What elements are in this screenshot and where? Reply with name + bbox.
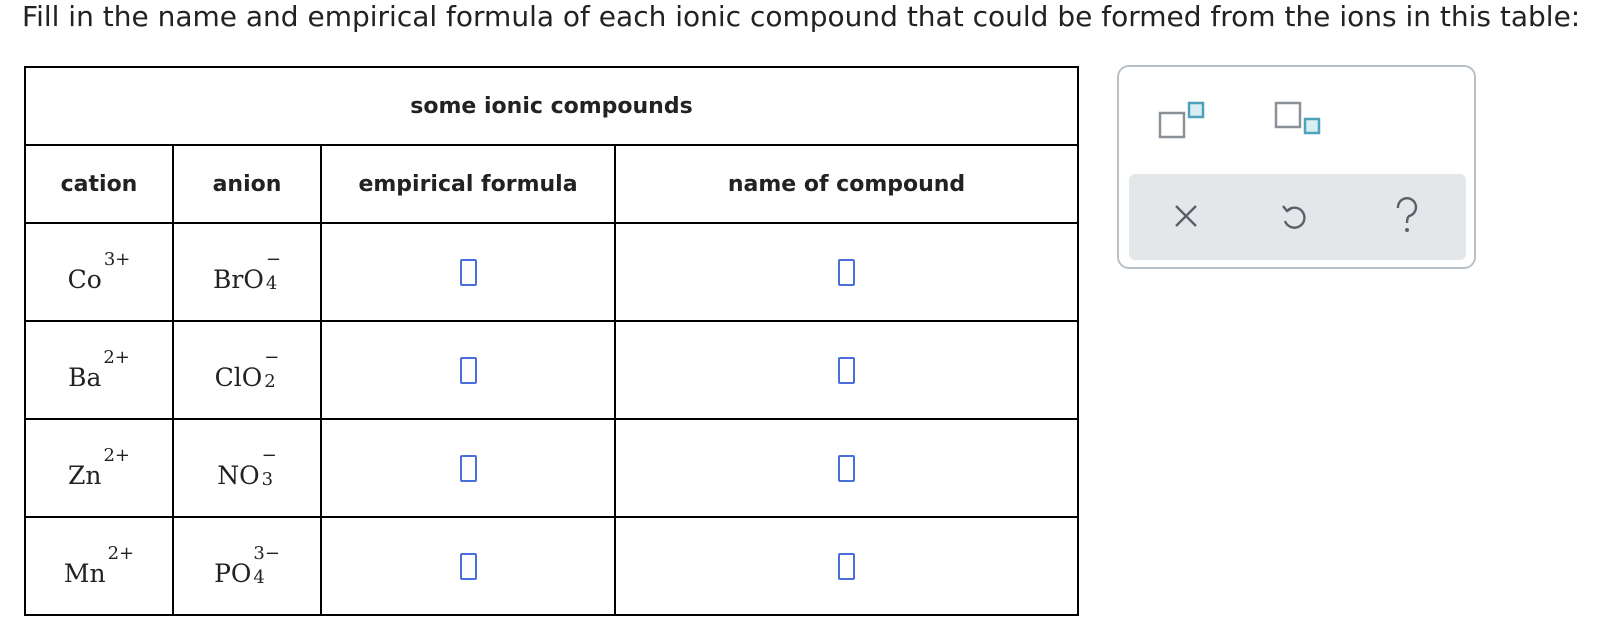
table-row: Ba 2+ ClO − 2 [24, 320, 1079, 420]
cation-ion: Ba 2+ [68, 346, 130, 392]
cation-symbol: Co [67, 264, 102, 294]
cation-charge: 3+ [103, 248, 131, 270]
table-caption: some ionic compounds [24, 66, 1079, 146]
anion-charge: − [264, 346, 280, 368]
header-cation: cation [24, 144, 174, 224]
formula-cell [320, 222, 616, 322]
help-question-icon[interactable] [1394, 196, 1420, 236]
empirical-formula-input[interactable] [459, 258, 477, 286]
header-empirical-formula: empirical formula [320, 144, 616, 224]
action-toolbar [1129, 174, 1466, 260]
name-cell [614, 320, 1079, 420]
cation-cell: Mn 2+ [24, 516, 174, 616]
cation-ion: Co 3+ [67, 248, 131, 294]
anion-cell: PO 3− 4 [172, 516, 322, 616]
question-prompt: Fill in the name and empirical formula o… [22, 0, 1581, 33]
compound-name-input[interactable] [838, 258, 855, 286]
anion-symbol: PO [214, 558, 252, 588]
anion-subscript: 2 [264, 370, 276, 392]
subscript-box-icon[interactable] [1273, 99, 1325, 143]
formula-cell [320, 418, 616, 518]
anion-charge: − [261, 444, 277, 466]
anion-symbol: BrO [213, 264, 264, 294]
anion-symbol: NO [217, 460, 260, 490]
cation-symbol: Zn [67, 460, 102, 490]
empirical-formula-input[interactable] [459, 552, 477, 580]
anion-ion: ClO − 2 [214, 346, 280, 392]
cation-cell: Zn 2+ [24, 418, 174, 518]
cation-symbol: Ba [68, 362, 102, 392]
anion-cell: BrO − 4 [172, 222, 322, 322]
clear-x-icon[interactable] [1171, 201, 1201, 231]
table-row: Zn 2+ NO − 3 [24, 418, 1079, 518]
answer-tools-panel [1117, 65, 1476, 269]
formula-cell [320, 516, 616, 616]
cation-symbol: Mn [63, 558, 106, 588]
cation-charge: 2+ [103, 444, 131, 466]
template-toolbar [1119, 67, 1474, 167]
name-cell [614, 418, 1079, 518]
compound-name-input[interactable] [838, 552, 855, 580]
empirical-formula-input[interactable] [459, 454, 477, 482]
cation-charge: 2+ [103, 346, 130, 368]
cation-cell: Co 3+ [24, 222, 174, 322]
table-row: Co 3+ BrO − 4 [24, 222, 1079, 322]
anion-cell: ClO − 2 [172, 320, 322, 420]
anion-ion: BrO − 4 [213, 248, 281, 294]
superscript-box-icon[interactable] [1157, 99, 1209, 143]
anion-charge: − [265, 248, 281, 270]
anion-cell: NO − 3 [172, 418, 322, 518]
compound-name-input[interactable] [838, 454, 855, 482]
header-name-of-compound: name of compound [614, 144, 1079, 224]
header-anion: anion [172, 144, 322, 224]
anion-charge: 3− [253, 542, 280, 564]
cation-ion: Mn 2+ [63, 542, 135, 588]
cation-ion: Zn 2+ [67, 444, 131, 490]
table-row: Mn 2+ PO 3− 4 [24, 516, 1079, 616]
cation-cell: Ba 2+ [24, 320, 174, 420]
undo-icon[interactable] [1278, 201, 1310, 233]
anion-subscript: 4 [253, 566, 265, 588]
cation-charge: 2+ [107, 542, 135, 564]
ionic-compounds-table: some ionic compounds cation anion empiri… [24, 66, 1079, 616]
anion-subscript: 3 [261, 468, 274, 490]
anion-ion: PO 3− 4 [214, 542, 280, 588]
compound-name-input[interactable] [838, 356, 855, 384]
anion-ion: NO − 3 [217, 444, 277, 490]
name-cell [614, 516, 1079, 616]
empirical-formula-input[interactable] [459, 356, 477, 384]
anion-symbol: ClO [214, 362, 263, 392]
name-cell [614, 222, 1079, 322]
anion-subscript: 4 [265, 272, 278, 294]
formula-cell [320, 320, 616, 420]
